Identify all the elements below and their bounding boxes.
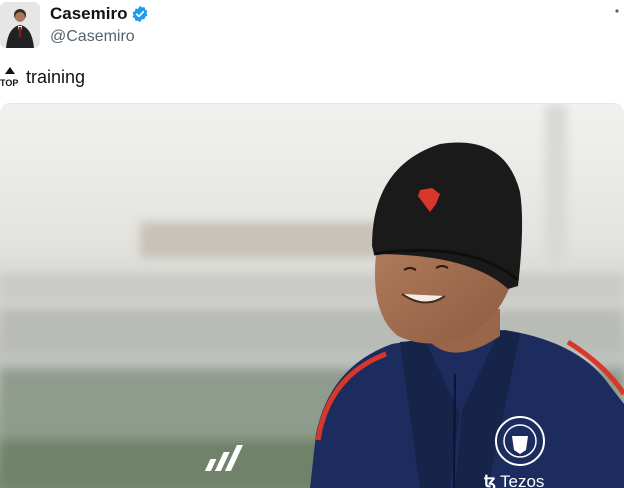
tweet-media[interactable]: ꜩ Tezos (0, 103, 624, 488)
author-handle[interactable]: @Casemiro (50, 28, 135, 46)
svg-text:Tezos: Tezos (500, 472, 544, 488)
avatar[interactable] (0, 2, 40, 48)
more-options-icon[interactable] (610, 4, 624, 22)
top-emoji-icon: TOP (0, 67, 18, 88)
tweet-body-text: training (26, 66, 86, 87)
author-name-row[interactable]: Casemiro (50, 4, 149, 24)
training-photo: ꜩ Tezos (0, 104, 624, 488)
avatar-image (0, 2, 40, 48)
svg-text:ꜩ: ꜩ (484, 472, 496, 488)
svg-text:TOP: TOP (0, 78, 18, 88)
sponsor-mark: ꜩ Tezos (484, 472, 544, 488)
tweet-text: TOP training (0, 66, 86, 89)
author-display-name[interactable]: Casemiro (50, 4, 127, 24)
verified-badge-icon (133, 5, 148, 23)
tweet-header: Casemiro @Casemiro (0, 0, 624, 56)
